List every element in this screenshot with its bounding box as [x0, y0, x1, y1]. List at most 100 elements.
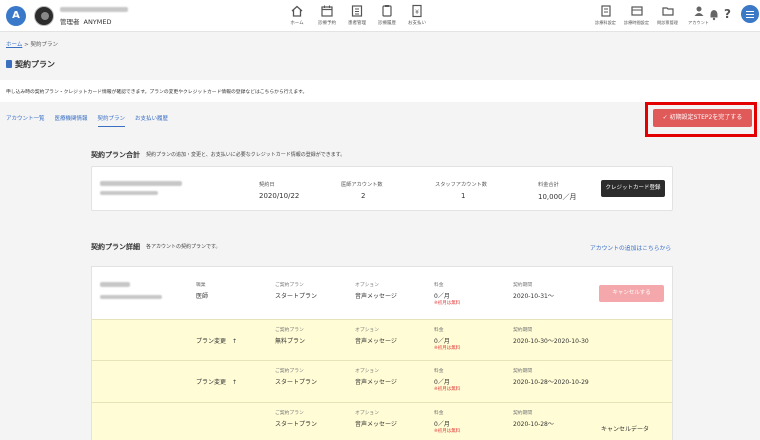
nav-questionnaire-label: 問診票管理 [657, 20, 678, 25]
account-email-blurred [100, 295, 162, 299]
table-row: 職業 医師 ご契約プラン スタートプラン オプション 音声メッセージ 料金 0／… [92, 267, 672, 319]
nav-home[interactable]: ホーム [282, 4, 312, 26]
summary-subtitle: 契約プランの追加・変更と、お支払いに必要なクレジットカード情報の登録ができます。 [146, 152, 346, 158]
plan-label: ご契約プラン [275, 369, 304, 374]
summary-card: 契約日 2020/10/22 医師アカウント数 2 スタッフアカウント数 1 料… [91, 166, 673, 211]
nav-home-label: ホーム [290, 21, 304, 26]
doctor-count-label: 医師アカウント数 [341, 182, 383, 188]
calendar-icon [321, 5, 333, 17]
add-account-link[interactable]: アカウントの追加はこちらから [590, 243, 671, 252]
plan-change-label: プラン変更 ↑ [196, 377, 237, 386]
fee-value: 0／月 [434, 379, 450, 386]
fee-label: 料金 [434, 328, 444, 333]
nav-payment[interactable]: ¥ お支払い [402, 4, 432, 26]
credit-card-register-button[interactable]: クレジットカード登録 [601, 180, 665, 197]
plan-label: ご契約プラン [275, 411, 304, 416]
period-value: 2020-10-31〜 [513, 293, 554, 300]
org-label: ANYMED [83, 18, 112, 26]
fee-value: 0／月 [434, 421, 450, 428]
fee-label: 料金 [434, 369, 444, 374]
tab-payment-history[interactable]: お支払い履歴 [135, 114, 168, 127]
complete-step2-button[interactable]: ✓ 初期設定STEP2を完了する [653, 109, 752, 127]
fee-value: 0／月 [434, 338, 450, 345]
option-label: オプション [355, 369, 379, 374]
arrow-up-icon: ↑ [232, 379, 238, 386]
payment-icon: ¥ [412, 4, 422, 18]
page-title-text: 契約プラン [15, 60, 55, 69]
menu-icon[interactable] [741, 5, 759, 23]
fee-label: 料金 [434, 411, 444, 416]
tab-bar: アカウント一覧 医療機関情報 契約プラン お支払い履歴 [6, 114, 178, 127]
nav-patients[interactable]: 患者管理 [342, 4, 372, 26]
nav-department-settings[interactable]: 診療科設定 [590, 4, 621, 26]
avatar[interactable] [34, 6, 54, 26]
option-label: オプション [355, 411, 379, 416]
nav-reservation-label: 診療予約 [318, 21, 336, 26]
plan-change-text: プラン変更 [196, 379, 227, 386]
nav-hours-settings[interactable]: 診療時間設定 [621, 4, 652, 26]
plan-value: スタートプラン [275, 379, 318, 386]
breadcrumb-home-link[interactable]: ホーム [6, 42, 22, 48]
period-value: 2020-10-28〜2020-10-29 [513, 379, 589, 386]
fee-label: 料金 [434, 283, 444, 288]
fee-note: ※初月は無料 [434, 387, 461, 392]
period-label: 契約期間 [513, 411, 533, 416]
app-logo[interactable]: A [6, 6, 26, 26]
nav-patients-label: 患者管理 [348, 21, 366, 26]
period-label: 契約期間 [513, 328, 533, 333]
plan-label: ご契約プラン [275, 283, 304, 288]
table-row: プラン変更 ↑ ご契約プラン スタートプラン オプション 音声メッセージ 料金 … [92, 360, 672, 402]
fee-value: 0／月 [434, 293, 450, 300]
nav-history[interactable]: 診療履歴 [372, 4, 402, 26]
job-value: 医師 [196, 293, 209, 300]
nav-hours-settings-label: 診療時間設定 [623, 20, 650, 25]
settings-nav: 診療科設定 診療時間設定 問診票管理 アカウント [590, 4, 714, 26]
option-value: 音声メッセージ [355, 293, 397, 300]
tab-account-list[interactable]: アカウント一覧 [6, 114, 45, 127]
fee-note: ※初月は無料 [434, 429, 461, 434]
nav-reservation[interactable]: 診療予約 [312, 4, 342, 26]
folder-icon [661, 7, 674, 16]
clinic-name-blurred-2 [100, 181, 182, 186]
fee-total-label: 料金合計 [538, 182, 559, 188]
tab-contract-plan[interactable]: 契約プラン [97, 114, 126, 127]
option-value: 音声メッセージ [355, 421, 397, 428]
doctor-count-value: 2 [361, 192, 366, 200]
job-label: 職業 [196, 283, 206, 288]
summary-title: 契約プラン合計 [91, 151, 140, 159]
breadcrumb-current: 契約プラン [30, 42, 58, 48]
complete-step2-label: 初期設定STEP2を完了する [669, 114, 743, 121]
option-value: 音声メッセージ [355, 379, 397, 386]
settings-icon [600, 5, 611, 17]
fee-total-value: 10,000／月 [538, 193, 577, 201]
notice-text: 申し込み時の契約プラン・クレジットカード情報が確認できます。プランの変更やクレジ… [0, 80, 760, 102]
clinic-name-blurred [60, 7, 128, 12]
contract-date-value: 2020/10/22 [259, 192, 300, 200]
details-title: 契約プラン詳細 [91, 243, 140, 251]
details-subtitle: 各アカウントの契約プランです。 [146, 244, 221, 250]
help-icon[interactable]: ? [724, 7, 731, 21]
bell-icon[interactable] [709, 9, 719, 21]
plan-label: ご契約プラン [275, 328, 304, 333]
period-label: 契約期間 [513, 369, 533, 374]
cancel-button[interactable]: キャンセルする [599, 285, 664, 302]
schedule-icon [630, 6, 643, 16]
breadcrumb-separator: > [24, 42, 29, 48]
arrow-up-icon: ↑ [232, 338, 238, 345]
plan-value: 無料プラン [275, 338, 306, 345]
tab-institution-info[interactable]: 医療機関情報 [55, 114, 88, 127]
nav-history-label: 診療履歴 [378, 21, 396, 26]
option-label: オプション [355, 328, 379, 333]
contract-doc-icon [6, 60, 12, 68]
nav-payment-label: お支払い [408, 21, 426, 26]
plan-detail-table: 職業 医師 ご契約プラン スタートプラン オプション 音声メッセージ 料金 0／… [91, 266, 673, 440]
staff-count-value: 1 [461, 192, 466, 200]
table-row: ご契約プラン スタートプラン オプション 音声メッセージ 料金 0／月 ※初月は… [92, 402, 672, 440]
plan-change-text: プラン変更 [196, 338, 227, 345]
cancel-data-status: キャンセルデータ [601, 426, 650, 433]
clinic-id-blurred [100, 191, 158, 195]
nav-department-settings-label: 診療科設定 [595, 20, 616, 25]
patient-management-icon [351, 5, 363, 17]
role-label: 管理者 [60, 18, 80, 26]
nav-questionnaire[interactable]: 問診票管理 [652, 4, 683, 26]
